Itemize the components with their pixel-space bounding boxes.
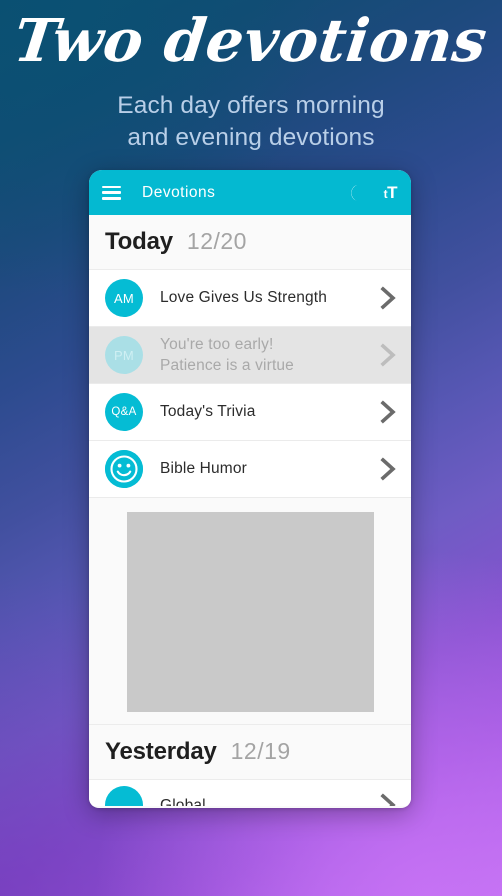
moon-icon[interactable] (342, 182, 364, 204)
list-item-am-devotion[interactable]: AM Love Gives Us Strength (89, 270, 411, 327)
list-item-title: Love Gives Us Strength (160, 289, 327, 307)
day-header-today: Today 12/20 (89, 215, 411, 270)
list-item-pm-devotion-locked: PM You're too early! Patience is a virtu… (89, 327, 411, 384)
chevron-right-icon[interactable] (380, 284, 397, 312)
hamburger-bar (102, 196, 121, 200)
day-date: 12/20 (186, 228, 247, 254)
hamburger-bar (102, 185, 121, 189)
ad-slot (89, 498, 411, 725)
list-item-title: You're too early! Patience is a virtue (160, 334, 372, 377)
badge-partial (105, 786, 143, 806)
chevron-right-icon (380, 341, 397, 369)
list-item-bible-humor[interactable]: Bible Humor (89, 441, 411, 498)
day-header-yesterday: Yesterday 12/19 (89, 725, 411, 780)
list-item-title: Today's Trivia (160, 403, 256, 421)
chevron-right-icon[interactable] (380, 398, 397, 426)
badge-am: AM (105, 279, 143, 317)
promo-subheadline-line-2: and evening devotions (127, 124, 375, 152)
hamburger-menu-icon[interactable] (102, 185, 121, 200)
phone-screenshot-card: Devotions tT Today 12/20 AM Love Gives U… (89, 170, 411, 808)
day-label: Yesterday (105, 738, 217, 765)
smiley-icon (105, 450, 143, 488)
list-item-todays-trivia[interactable]: Q&A Today's Trivia (89, 384, 411, 441)
list-item-title-line: You're too early! (160, 335, 274, 353)
badge-pm: PM (105, 336, 143, 374)
promo-text-block: Two devotions Each day offers morning an… (0, 0, 502, 155)
list-item-subtitle-line: Patience is a virtue (160, 357, 294, 374)
ad-placeholder-image (126, 512, 374, 712)
badge-qa: Q&A (105, 393, 143, 431)
chevron-right-icon[interactable] (380, 791, 397, 806)
list-item-partial[interactable]: Global (89, 780, 411, 806)
list-item-title: Bible Humor (160, 460, 247, 478)
text-size-large-glyph: T (387, 183, 397, 202)
chevron-right-icon[interactable] (380, 455, 397, 483)
text-size-icon[interactable]: tT (384, 183, 398, 202)
promo-headline: Two devotions (10, 6, 491, 75)
app-bar-title: Devotions (142, 183, 216, 201)
list-item-title: Global (160, 797, 206, 806)
hamburger-bar (102, 191, 121, 194)
promo-subheadline-line-1: Each day offers morning (117, 92, 385, 120)
promo-subheadline: Each day offers morning and evening devo… (0, 90, 502, 155)
day-date: 12/19 (230, 738, 291, 764)
app-bar: Devotions tT (89, 170, 411, 215)
day-label: Today (105, 228, 173, 255)
